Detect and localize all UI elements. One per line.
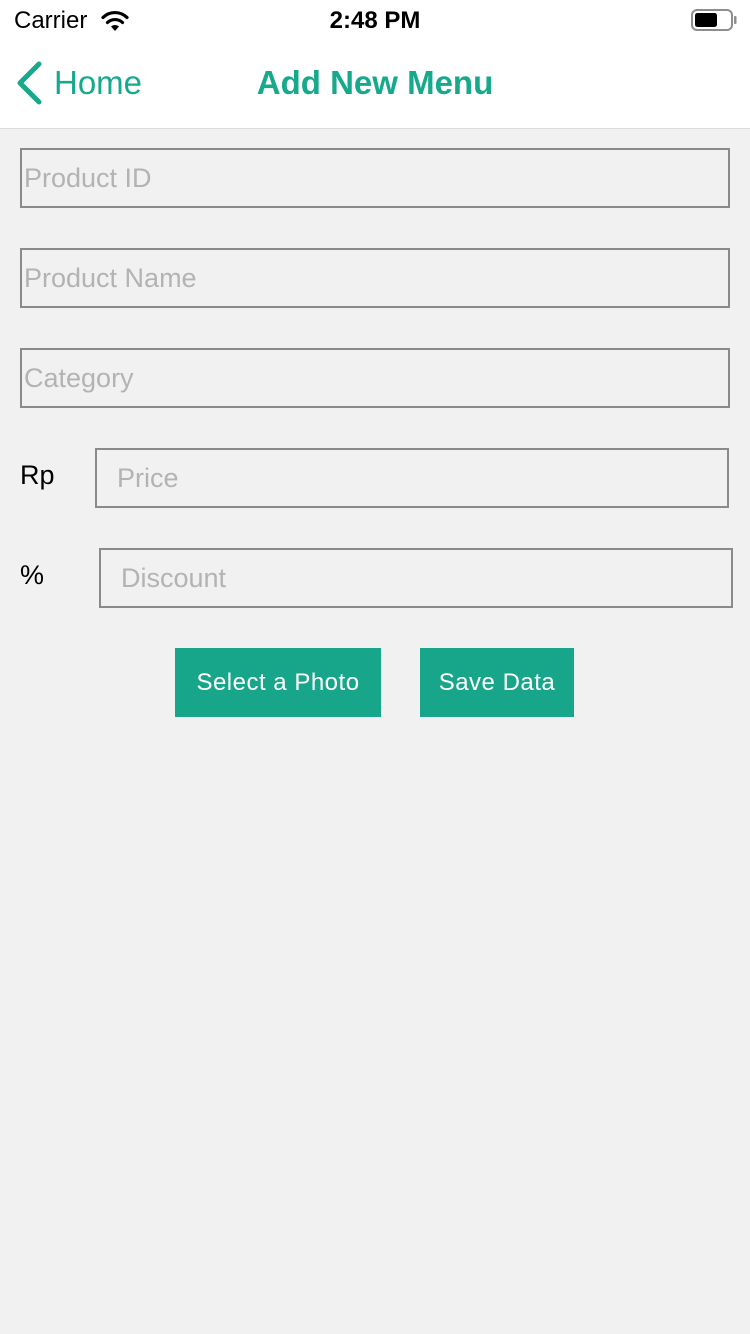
page-title: Add New Menu <box>256 64 494 101</box>
status-time: 2:48 PM <box>329 7 421 34</box>
navigation-bar: Home Add New Menu <box>0 40 750 129</box>
status-bar: Carrier 2:48 PM <box>0 0 750 40</box>
save-data-button[interactable]: Save Data <box>420 648 574 717</box>
battery-icon <box>691 9 737 31</box>
price-prefix-label: Rp <box>20 460 55 490</box>
category-input[interactable] <box>20 348 730 408</box>
discount-input[interactable] <box>99 548 733 608</box>
price-input[interactable] <box>95 448 729 508</box>
product-id-input[interactable] <box>20 148 730 208</box>
select-photo-button[interactable]: Select a Photo <box>175 648 381 717</box>
product-name-input[interactable] <box>20 248 730 308</box>
discount-prefix-label: % <box>20 560 45 590</box>
